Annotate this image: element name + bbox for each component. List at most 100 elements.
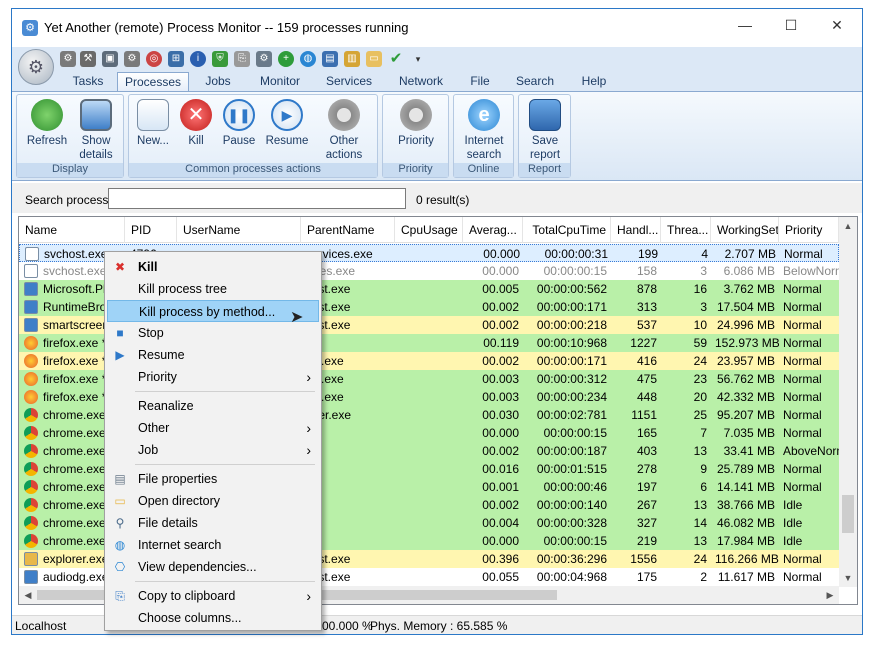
- qat-process-icon[interactable]: ▣: [102, 51, 118, 67]
- minimize-button[interactable]: —: [722, 9, 768, 41]
- menu-item-internet-search[interactable]: ◍ Internet search: [107, 534, 319, 556]
- qat-clipboard-icon[interactable]: ▥: [344, 51, 360, 67]
- menu-item-kill[interactable]: ✖ Kill: [107, 256, 319, 278]
- scroll-up-icon[interactable]: ▲: [839, 217, 857, 235]
- show-details-button[interactable]: Show details: [72, 99, 120, 162]
- qat-copy-icon[interactable]: ⎘: [234, 51, 250, 67]
- menu-item-copy-to-clipboard[interactable]: ⎘ Copy to clipboard ›: [107, 585, 319, 607]
- vertical-scrollbar[interactable]: ▲ ▼: [839, 217, 857, 587]
- row-totalcputime: 00:00:00:140: [536, 498, 607, 512]
- row-handles: 537: [636, 318, 657, 332]
- menu-item-file-properties[interactable]: ▤ File properties: [107, 468, 319, 490]
- internet-search-button[interactable]: e Internet search: [456, 99, 512, 162]
- tab-monitor[interactable]: Monitor: [248, 72, 312, 91]
- new-process-button[interactable]: New...: [132, 99, 174, 148]
- qat-target-icon[interactable]: ◎: [146, 51, 162, 67]
- col-threads[interactable]: Threa...: [661, 217, 711, 243]
- tab-processes[interactable]: Processes: [117, 72, 189, 91]
- col-parentname[interactable]: ParentName: [301, 217, 395, 243]
- qat-check-icon[interactable]: ✔: [388, 51, 404, 67]
- row-average: 00.030: [482, 408, 519, 422]
- tab-services[interactable]: Services: [316, 72, 382, 91]
- qat-gear-icon[interactable]: ⚙: [60, 51, 76, 67]
- menu-item-other[interactable]: Other ›: [107, 417, 319, 439]
- row-handles: 1227: [630, 336, 657, 350]
- menu-item-label: Internet search: [138, 538, 222, 552]
- tab-tasks[interactable]: Tasks: [60, 72, 116, 91]
- resume-button[interactable]: ▶ Resume: [262, 99, 312, 148]
- menu-item-open-directory[interactable]: ▭ Open directory: [107, 490, 319, 512]
- tab-help[interactable]: Help: [568, 72, 620, 91]
- row-totalcputime: 00:00:10:968: [536, 336, 607, 350]
- qat-globe-icon[interactable]: ◍: [300, 51, 316, 67]
- menu-item-file-details[interactable]: ⚲ File details: [107, 512, 319, 534]
- row-totalcputime: 00:00:00:171: [536, 354, 607, 368]
- row-workingset: 14.141 MB: [716, 480, 775, 494]
- vertical-scroll-thumb[interactable]: [842, 495, 854, 533]
- menu-item-resume[interactable]: ▶ Resume: [107, 344, 319, 366]
- kill-button[interactable]: ✕ Kill: [176, 99, 216, 148]
- qat-add-icon[interactable]: +: [278, 51, 294, 67]
- maximize-button[interactable]: ☐: [768, 9, 814, 41]
- row-workingset: 25.789 MB: [716, 462, 775, 476]
- col-totalcputime[interactable]: TotalCpuTime: [523, 217, 611, 243]
- row-priority: Normal: [783, 408, 822, 422]
- tab-network[interactable]: Network: [388, 72, 454, 91]
- list-header: Name PID UserName ParentName CpuUsage Av…: [19, 217, 839, 243]
- menu-item-label: File properties: [138, 472, 218, 486]
- save-report-button[interactable]: Save report: [520, 99, 570, 162]
- tab-file[interactable]: File: [460, 72, 500, 91]
- row-workingset: 116.266 MB: [715, 552, 779, 566]
- menu-item-kill-process-by-method[interactable]: Kill process by method... ➤: [107, 300, 319, 326]
- menu-separator: [135, 581, 315, 582]
- group-common-actions-label: Common processes actions: [129, 163, 377, 177]
- menu-item-job[interactable]: Job ›: [107, 439, 319, 461]
- status-cpu: 00.000 %: [322, 619, 373, 633]
- qat-folder-icon[interactable]: ▭: [366, 51, 382, 67]
- col-workingset[interactable]: WorkingSet: [711, 217, 779, 243]
- menu-item-kill-process-tree[interactable]: Kill process tree: [107, 278, 319, 300]
- priority-button[interactable]: Priority: [386, 99, 446, 148]
- scroll-right-icon[interactable]: ▶: [821, 586, 839, 604]
- qat-settings2-icon[interactable]: ⚙: [256, 51, 272, 67]
- row-handles: 475: [636, 372, 657, 386]
- col-name[interactable]: Name: [19, 217, 125, 243]
- menu-item-label: Kill process by method...: [139, 305, 276, 319]
- refresh-button[interactable]: Refresh: [22, 99, 72, 148]
- status-host: Localhost: [15, 619, 67, 633]
- qat-info-icon[interactable]: i: [190, 51, 206, 67]
- qat-save-icon[interactable]: ▤: [322, 51, 338, 67]
- pause-button[interactable]: ❚❚ Pause: [218, 99, 260, 148]
- file-icon: ▤: [114, 472, 126, 486]
- row-totalcputime: 00:00:00:15: [543, 534, 607, 548]
- menu-item-view-dependencies[interactable]: ⎔ View dependencies...: [107, 556, 319, 578]
- qat-network-icon[interactable]: ⊞: [168, 51, 184, 67]
- qat-settings-icon[interactable]: ⚙: [124, 51, 140, 67]
- row-handles: 1151: [631, 408, 657, 422]
- row-threads: 13: [693, 498, 707, 512]
- play-icon: ▶: [271, 99, 303, 131]
- menu-item-stop[interactable]: ■ Stop: [107, 322, 319, 344]
- scroll-down-icon[interactable]: ▼: [839, 569, 857, 587]
- col-priority[interactable]: Priority: [779, 217, 839, 243]
- qat-dropdown-icon[interactable]: ▾: [410, 51, 426, 67]
- col-pid[interactable]: PID: [125, 217, 177, 243]
- menu-item-priority[interactable]: Priority ›: [107, 366, 319, 388]
- qat-shield-icon[interactable]: ⛨: [212, 51, 228, 67]
- col-username[interactable]: UserName: [177, 217, 301, 243]
- menu-item-label: Kill: [138, 260, 158, 274]
- close-button[interactable]: ✕: [814, 9, 860, 41]
- col-handles[interactable]: Handl...: [611, 217, 661, 243]
- col-cpuusage[interactable]: CpuUsage: [395, 217, 463, 243]
- menu-item-reanalize[interactable]: Reanalize: [107, 395, 319, 417]
- app-menu-orb-gear-icon[interactable]: ⚙: [18, 49, 54, 85]
- col-average[interactable]: Averag...: [463, 217, 523, 243]
- tab-search[interactable]: Search: [508, 72, 562, 91]
- tab-jobs[interactable]: Jobs: [192, 72, 244, 91]
- scroll-left-icon[interactable]: ◀: [19, 586, 37, 604]
- menu-item-choose-columns[interactable]: Choose columns...: [107, 607, 319, 629]
- search-input[interactable]: [108, 188, 406, 209]
- other-actions-button[interactable]: Other actions: [316, 99, 372, 162]
- qat-tools-icon[interactable]: ⚒: [80, 51, 96, 67]
- row-threads: 6: [700, 480, 707, 494]
